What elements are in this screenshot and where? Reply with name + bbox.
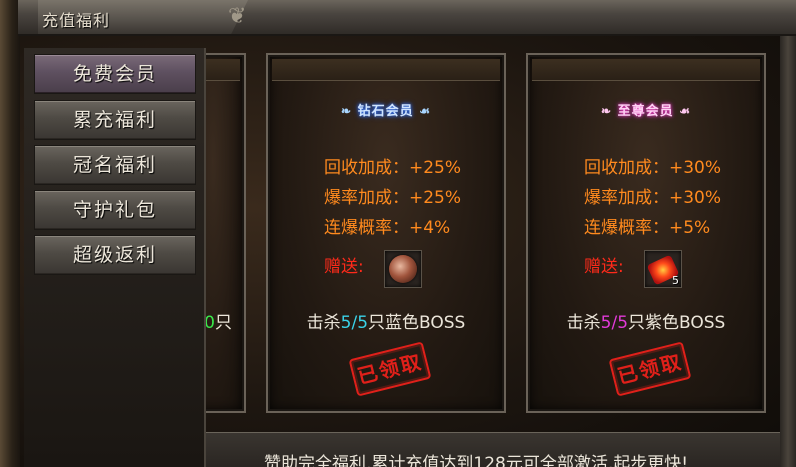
stat-label: 回收加成： <box>324 158 409 178</box>
supreme-member-card: ❧ 至尊会员 ☙ 回收加成：+30% 爆率加成：+30% 连爆概率：+5% 赠送… <box>526 53 766 413</box>
stat-value: +30% <box>669 158 722 178</box>
partial-kill-text: 0只 <box>204 308 232 333</box>
stat-value: +5% <box>669 218 711 238</box>
card-title-text: 至尊会员 <box>617 104 674 119</box>
stat-value: +30% <box>669 188 722 208</box>
claimed-stamp: 已领取 <box>348 341 432 397</box>
card-header <box>272 59 500 81</box>
card-title-text: 钻石会员 <box>357 104 414 119</box>
stat-label: 回收加成： <box>584 158 669 178</box>
gift-count: 5 <box>672 274 679 287</box>
menu-item-super-rebate[interactable]: 超级返利 <box>34 235 196 275</box>
menu-item-guardian-pack[interactable]: 守护礼包 <box>34 190 196 230</box>
window-title: 充值福利 <box>42 11 111 30</box>
stat-recycle: 回收加成：+25% <box>324 153 461 178</box>
stat-recycle: 回收加成：+30% <box>584 153 721 178</box>
card-title: ❧ 钻石会员 ☙ <box>268 100 504 119</box>
orb-icon <box>389 255 417 283</box>
stat-label: 连爆概率： <box>324 218 409 238</box>
title-ornament-icon: ❦ <box>228 4 247 29</box>
kill-progress: 5/5 <box>340 313 369 333</box>
wing-left-icon: ❧ <box>601 104 613 118</box>
wing-left-icon: ❧ <box>341 104 353 118</box>
kill-progress: 5/5 <box>600 313 629 333</box>
menu-item-title-welfare[interactable]: 冠名福利 <box>34 145 196 185</box>
recharge-welfare-window: ❦ 充值福利 0只 ❧ 钻石会员 ☙ 回收加成：+25% 爆率加成：+25% 连… <box>0 0 796 467</box>
card-header <box>532 59 760 81</box>
footer-banner: 赞助完全福利,累计充值达到128元可全部激活,起步更快! <box>206 432 780 467</box>
partial-kill-suffix: 只 <box>215 313 232 333</box>
window-right-border <box>780 36 796 467</box>
stat-droprate: 爆率加成：+30% <box>584 183 721 208</box>
stat-combo: 连爆概率：+5% <box>584 213 710 238</box>
gift-item-slot[interactable]: 5 <box>644 250 682 288</box>
card-title: ❧ 至尊会员 ☙ <box>528 100 764 119</box>
title-bar: ❦ <box>18 0 796 36</box>
stat-value: +25% <box>409 188 462 208</box>
stat-droprate: 爆率加成：+25% <box>324 183 461 208</box>
wing-right-icon: ☙ <box>679 104 691 118</box>
kill-prefix: 击杀 <box>566 313 601 333</box>
footer-text: 赞助完全福利,累计充值达到128元可全部激活,起步更快! <box>264 454 689 467</box>
kill-suffix: 只紫色BOSS <box>628 313 726 333</box>
claimed-stamp: 已领取 <box>608 341 692 397</box>
stat-value: +4% <box>409 218 451 238</box>
stat-value: +25% <box>409 158 462 178</box>
kill-suffix: 只蓝色BOSS <box>368 313 466 333</box>
kill-requirement: 击杀5/5只紫色BOSS <box>528 308 764 333</box>
menu-item-cumulative-recharge[interactable]: 累充福利 <box>34 100 196 140</box>
window-left-border <box>0 0 20 467</box>
wing-right-icon: ☙ <box>419 104 431 118</box>
diamond-member-card: ❧ 钻石会员 ☙ 回收加成：+25% 爆率加成：+25% 连爆概率：+4% 赠送… <box>266 53 506 413</box>
gift-item-slot[interactable] <box>384 250 422 288</box>
kill-prefix: 击杀 <box>306 313 341 333</box>
stat-label: 爆率加成： <box>324 188 409 208</box>
stat-label: 爆率加成： <box>584 188 669 208</box>
menu-item-free-member[interactable]: 免费会员 <box>34 54 196 94</box>
gift-label: 赠送: <box>584 257 624 277</box>
side-menu: 免费会员 累充福利 冠名福利 守护礼包 超级返利 <box>24 48 206 467</box>
stat-label: 连爆概率： <box>584 218 669 238</box>
kill-requirement: 击杀5/5只蓝色BOSS <box>268 308 504 333</box>
stat-combo: 连爆概率：+4% <box>324 213 450 238</box>
gift-label: 赠送: <box>324 257 364 277</box>
